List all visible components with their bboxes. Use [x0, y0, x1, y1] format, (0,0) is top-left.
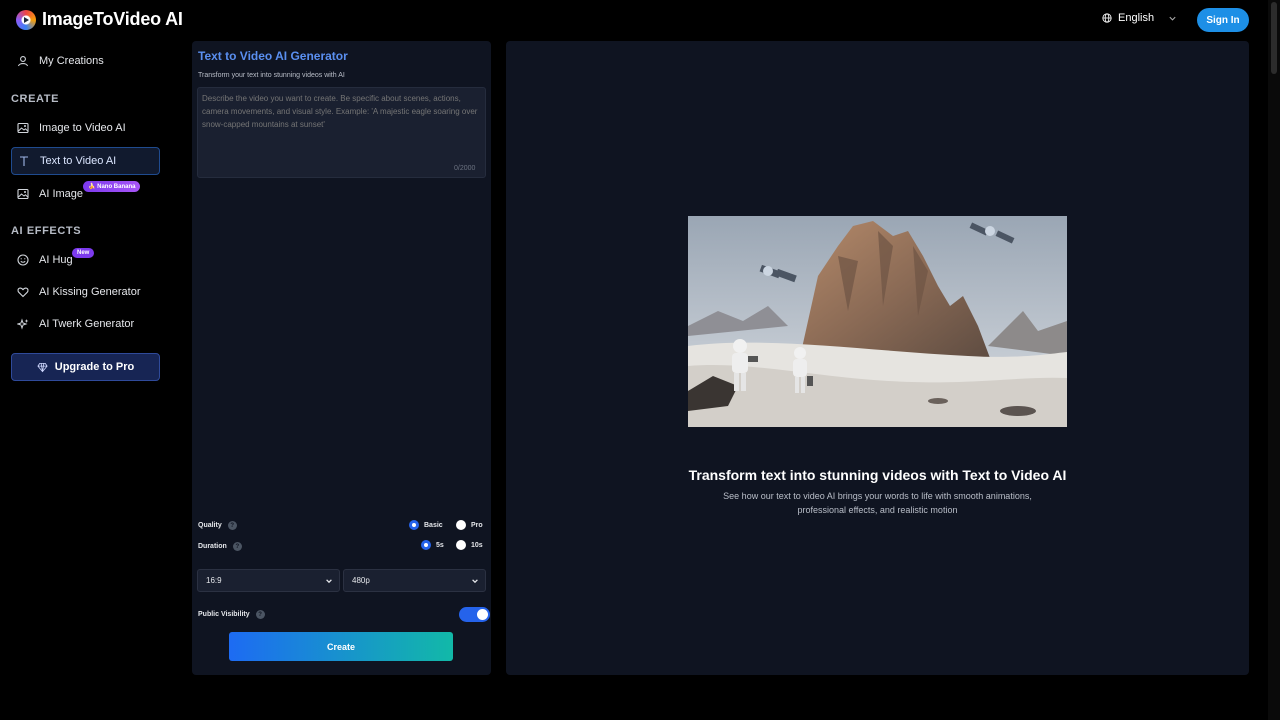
radio-dot-selected	[421, 540, 431, 550]
panel-title: Text to Video AI Generator	[198, 49, 348, 63]
resolution-select[interactable]: 480p	[343, 569, 486, 592]
preview-panel: Transform text into stunning videos with…	[506, 41, 1249, 675]
sidebar-item-ai-kissing[interactable]: AI Kissing Generator	[11, 278, 160, 306]
quality-label-text: Quality	[198, 522, 222, 529]
public-visibility-toggle[interactable]	[459, 607, 490, 622]
sidebar-item-label: My Creations	[39, 55, 104, 67]
chevron-down-icon	[472, 578, 478, 583]
sidebar-item-label: Image to Video AI	[39, 122, 126, 134]
scrollbar-thumb[interactable]	[1271, 2, 1277, 74]
sidebar-item-label: Text to Video AI	[40, 155, 117, 167]
sidebar-item-text-to-video[interactable]: Text to Video AI	[11, 147, 160, 175]
select-value: 16:9	[206, 576, 222, 585]
text-icon	[20, 156, 28, 166]
brand-logo[interactable]: ImageToVideo AI	[16, 9, 183, 30]
panel-subtitle: Transform your text into stunning videos…	[198, 72, 345, 79]
radio-label: Basic	[424, 521, 443, 529]
sidebar-item-label: AI Twerk Generator	[39, 318, 135, 330]
quality-pro-radio[interactable]: Pro	[456, 520, 483, 530]
page-scrollbar[interactable]	[1268, 0, 1280, 720]
radio-dot-selected	[409, 520, 419, 530]
image-icon	[17, 122, 29, 134]
radio-label: 5s	[436, 541, 444, 549]
sidebar-item-ai-twerk[interactable]: AI Twerk Generator	[11, 310, 160, 338]
duration-10s-radio[interactable]: 10s	[456, 540, 483, 550]
logo-icon	[16, 9, 36, 30]
sidebar-item-my-creations[interactable]: My Creations	[11, 47, 160, 75]
upgrade-label: Upgrade to Pro	[54, 361, 135, 373]
sidebar-item-image-to-video[interactable]: Image to Video AI	[11, 114, 160, 142]
help-icon[interactable]: ?	[227, 521, 237, 530]
upgrade-to-pro-button[interactable]: Upgrade to Pro	[11, 353, 160, 381]
sidebar-item-label: AI Hug	[39, 254, 73, 266]
diamond-icon	[37, 362, 48, 372]
char-counter: 0/2000	[454, 165, 476, 172]
duration-label: Duration ?	[198, 542, 242, 551]
chevron-down-icon	[326, 578, 332, 583]
chevron-down-icon	[1169, 16, 1176, 21]
prompt-input[interactable]	[197, 87, 486, 178]
help-icon[interactable]: ?	[255, 610, 265, 619]
nano-banana-badge: 🍌 Nano Banana	[83, 181, 141, 192]
preview-image	[688, 216, 1067, 427]
select-value: 480p	[352, 576, 370, 585]
duration-5s-radio[interactable]: 5s	[421, 540, 444, 550]
radio-dot	[456, 520, 466, 530]
user-icon	[17, 56, 29, 67]
language-selector[interactable]: English	[1102, 12, 1177, 24]
new-badge: New	[72, 248, 95, 258]
aspect-ratio-select[interactable]: 16:9	[197, 569, 340, 592]
globe-icon	[1102, 13, 1112, 23]
preview-title: Transform text into stunning videos with…	[688, 467, 1067, 483]
radio-dot	[456, 540, 466, 550]
sidebar-item-label: AI Kissing Generator	[39, 286, 141, 298]
visibility-label-text: Public Visibility	[198, 611, 250, 618]
preview-description: See how our text to video AI brings your…	[723, 491, 1032, 515]
heart-icon	[17, 287, 29, 298]
section-heading-effects: AI EFFECTS	[11, 225, 82, 237]
radio-label: Pro	[471, 521, 483, 529]
sparkles-icon	[17, 318, 29, 330]
create-button[interactable]: Create	[229, 632, 453, 661]
sidebar-item-label: AI Image	[39, 188, 84, 200]
image-icon	[17, 188, 29, 200]
quality-label: Quality ?	[198, 521, 237, 530]
visibility-label: Public Visibility ?	[198, 610, 265, 619]
brand-name: ImageToVideo AI	[42, 9, 183, 29]
help-icon[interactable]: ?	[232, 542, 242, 551]
quality-basic-radio[interactable]: Basic	[409, 520, 443, 530]
smile-icon	[17, 254, 29, 266]
duration-label-text: Duration	[198, 543, 227, 550]
section-heading-create: CREATE	[11, 93, 60, 105]
language-label: English	[1118, 12, 1155, 24]
radio-label: 10s	[471, 541, 483, 549]
generator-panel: Text to Video AI Generator Transform you…	[192, 41, 491, 675]
sign-in-button[interactable]: Sign In	[1197, 8, 1249, 32]
